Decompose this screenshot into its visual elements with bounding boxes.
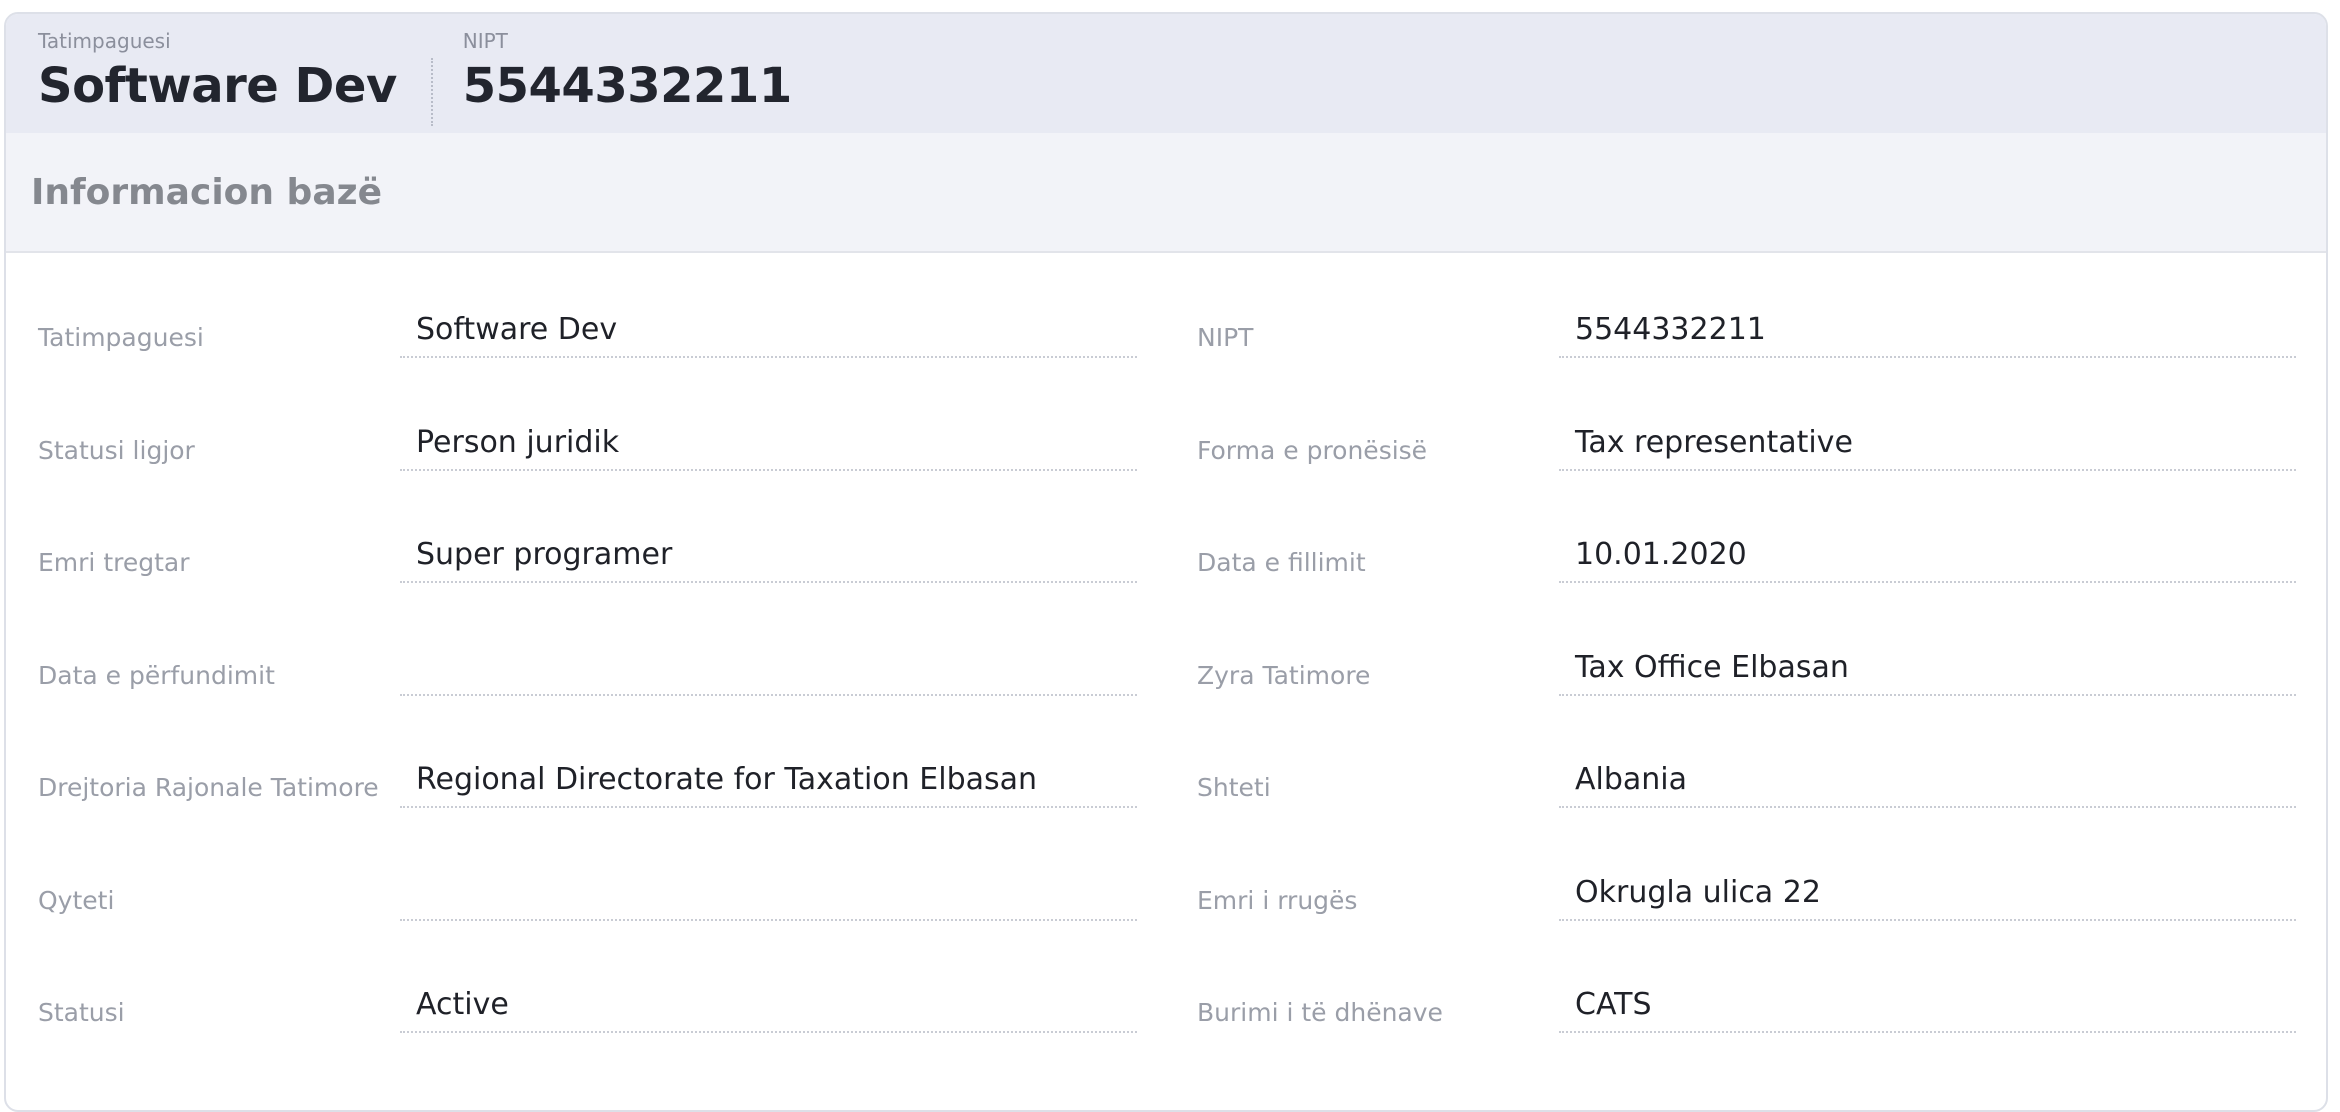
- taxpayer-header-name: Software Dev: [38, 58, 397, 114]
- field-row: Qyteti: [38, 856, 1137, 969]
- header-divider: [430, 58, 433, 126]
- field-value: CATS: [1559, 968, 2296, 1033]
- field-row: Burimi i të dhënave CATS: [1197, 968, 2296, 1081]
- field-row: Tatimpaguesi Software Dev: [38, 293, 1137, 406]
- field-label: Shteti: [1197, 773, 1271, 802]
- field-row: Statusi ligjor Person juridik: [38, 406, 1137, 519]
- field-label: NIPT: [1197, 323, 1254, 352]
- field-label: Data e fillimit: [1197, 548, 1366, 577]
- field-label: Statusi: [38, 998, 125, 1027]
- field-label: Emri tregtar: [38, 548, 190, 577]
- taxpayer-card: Tatimpaguesi Software Dev NIPT 554433221…: [4, 12, 2328, 1112]
- field-row: Data e përfundimit: [38, 631, 1137, 744]
- field-label: Forma e pronësisë: [1197, 435, 1428, 465]
- field-label: Drejtoria Rajonale Tatimore: [38, 773, 379, 802]
- field-row: Drejtoria Rajonale Tatimore Regional Dir…: [38, 743, 1137, 856]
- field-row: Forma e pronësisë Tax representative: [1197, 406, 2296, 519]
- field-label: Burimi i të dhënave: [1197, 998, 1443, 1027]
- nipt-summary: NIPT 5544332211: [463, 30, 792, 114]
- field-value: Albania: [1559, 743, 2296, 808]
- field-row: Emri tregtar Super programer: [38, 518, 1137, 631]
- field-label: Qyteti: [38, 885, 115, 915]
- field-label: Zyra Tatimore: [1197, 660, 1371, 690]
- taxpayer-summary: Tatimpaguesi Software Dev: [38, 30, 397, 114]
- fields-right-column: NIPT 5544332211 Forma e pronësisë Tax re…: [1197, 293, 2296, 1081]
- field-value: Software Dev: [400, 293, 1137, 358]
- field-value: Tax Office Elbasan: [1559, 631, 2296, 696]
- info-fields: Tatimpaguesi Software Dev Statusi ligjor…: [6, 253, 2326, 1081]
- field-label: Tatimpaguesi: [38, 323, 204, 352]
- taxpayer-header-label: Tatimpaguesi: [38, 29, 171, 53]
- field-row: Data e fillimit 10.01.2020: [1197, 518, 2296, 631]
- field-value: Super programer: [400, 518, 1137, 583]
- field-value: 5544332211: [1559, 293, 2296, 358]
- taxpayer-header: Tatimpaguesi Software Dev NIPT 554433221…: [6, 14, 2326, 133]
- field-row: Shteti Albania: [1197, 743, 2296, 856]
- field-row: Emri i rrugës Okrugla ulica 22: [1197, 856, 2296, 969]
- field-row: NIPT 5544332211: [1197, 293, 2296, 406]
- field-value: Tax representative: [1559, 406, 2296, 471]
- field-value: Okrugla ulica 22: [1559, 856, 2296, 921]
- field-label: Data e përfundimit: [38, 660, 275, 690]
- field-row: Zyra Tatimore Tax Office Elbasan: [1197, 631, 2296, 744]
- field-label: Emri i rrugës: [1197, 885, 1358, 915]
- field-label: Statusi ligjor: [38, 435, 195, 465]
- section-header: Informacion bazë: [6, 133, 2326, 253]
- field-value: Regional Directorate for Taxation Elbasa…: [400, 743, 1137, 808]
- field-value: [400, 631, 1137, 696]
- field-value: Active: [400, 968, 1137, 1033]
- section-title: Informacion bazë: [31, 171, 382, 213]
- field-value: Person juridik: [400, 406, 1137, 471]
- field-value: 10.01.2020: [1559, 518, 2296, 583]
- field-row: Statusi Active: [38, 968, 1137, 1081]
- field-value: [400, 856, 1137, 921]
- nipt-header-label: NIPT: [462, 29, 508, 53]
- nipt-header-value: 5544332211: [462, 58, 792, 114]
- fields-left-column: Tatimpaguesi Software Dev Statusi ligjor…: [38, 293, 1137, 1081]
